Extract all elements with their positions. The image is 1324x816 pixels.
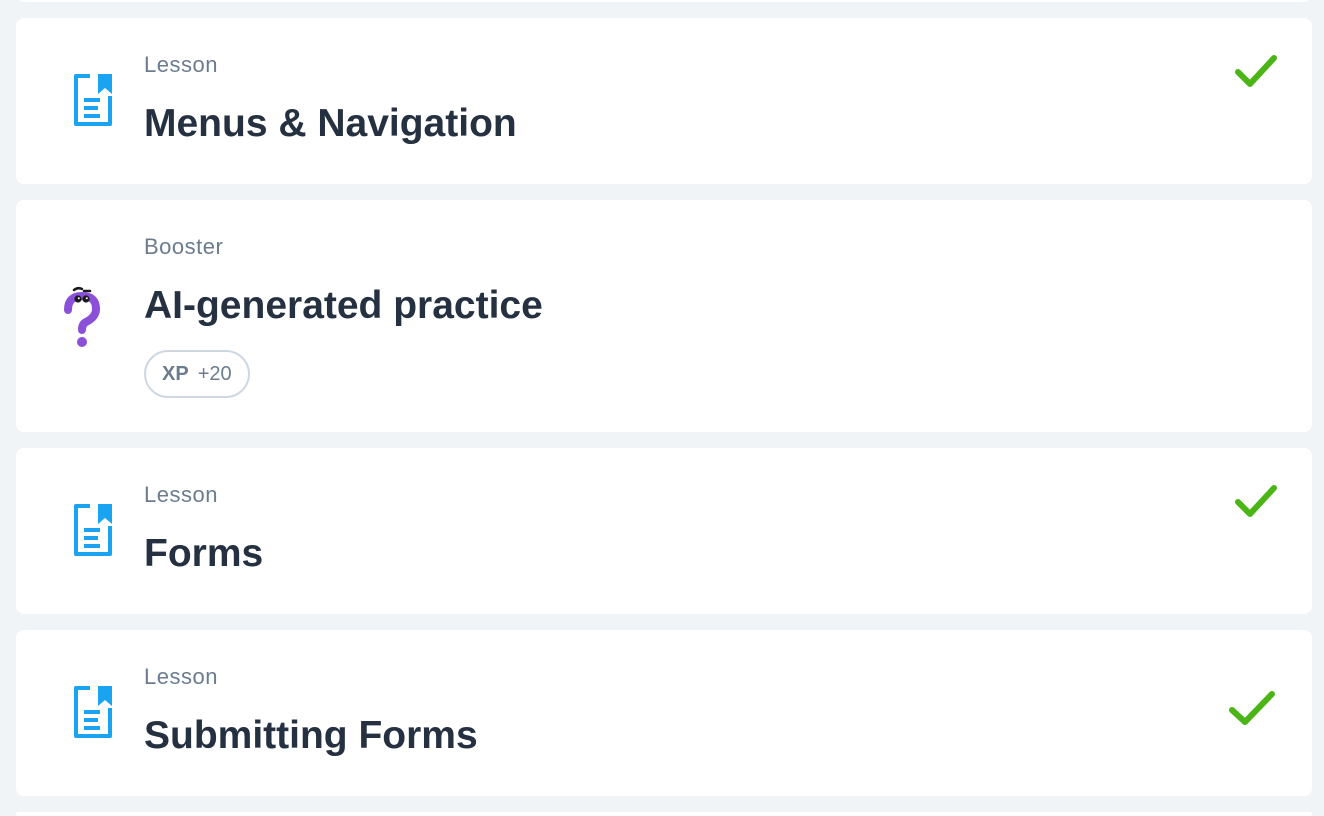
previous-card-partial[interactable]	[16, 0, 1312, 2]
lesson-card-forms[interactable]: Lesson Forms	[16, 448, 1312, 614]
item-type-label: Booster	[144, 234, 224, 259]
question-mark-character-icon	[62, 286, 102, 353]
booster-card-ai-practice[interactable]: Booster AI-generated practice XP +20	[16, 200, 1312, 432]
item-title: Forms	[144, 532, 264, 575]
item-title: Submitting Forms	[144, 714, 478, 757]
item-type-label: Lesson	[144, 52, 218, 77]
item-title: AI-generated practice	[144, 284, 543, 327]
checkmark-icon	[1228, 690, 1276, 733]
checkmark-icon	[1234, 54, 1278, 95]
item-type-label: Lesson	[144, 482, 218, 507]
xp-value: +20	[197, 362, 232, 385]
next-card-partial[interactable]	[16, 812, 1312, 816]
item-type-label: Lesson	[144, 664, 218, 689]
xp-badge: XP +20	[144, 350, 250, 398]
lesson-document-icon	[72, 504, 114, 563]
xp-label: XP	[162, 362, 189, 385]
lesson-document-icon	[72, 74, 114, 133]
lesson-card-menus-navigation[interactable]: Lesson Menus & Navigation	[16, 18, 1312, 184]
checkmark-icon	[1234, 484, 1278, 525]
lesson-card-submitting-forms[interactable]: Lesson Submitting Forms	[16, 630, 1312, 796]
item-title: Menus & Navigation	[144, 102, 517, 145]
lesson-document-icon	[72, 686, 114, 745]
